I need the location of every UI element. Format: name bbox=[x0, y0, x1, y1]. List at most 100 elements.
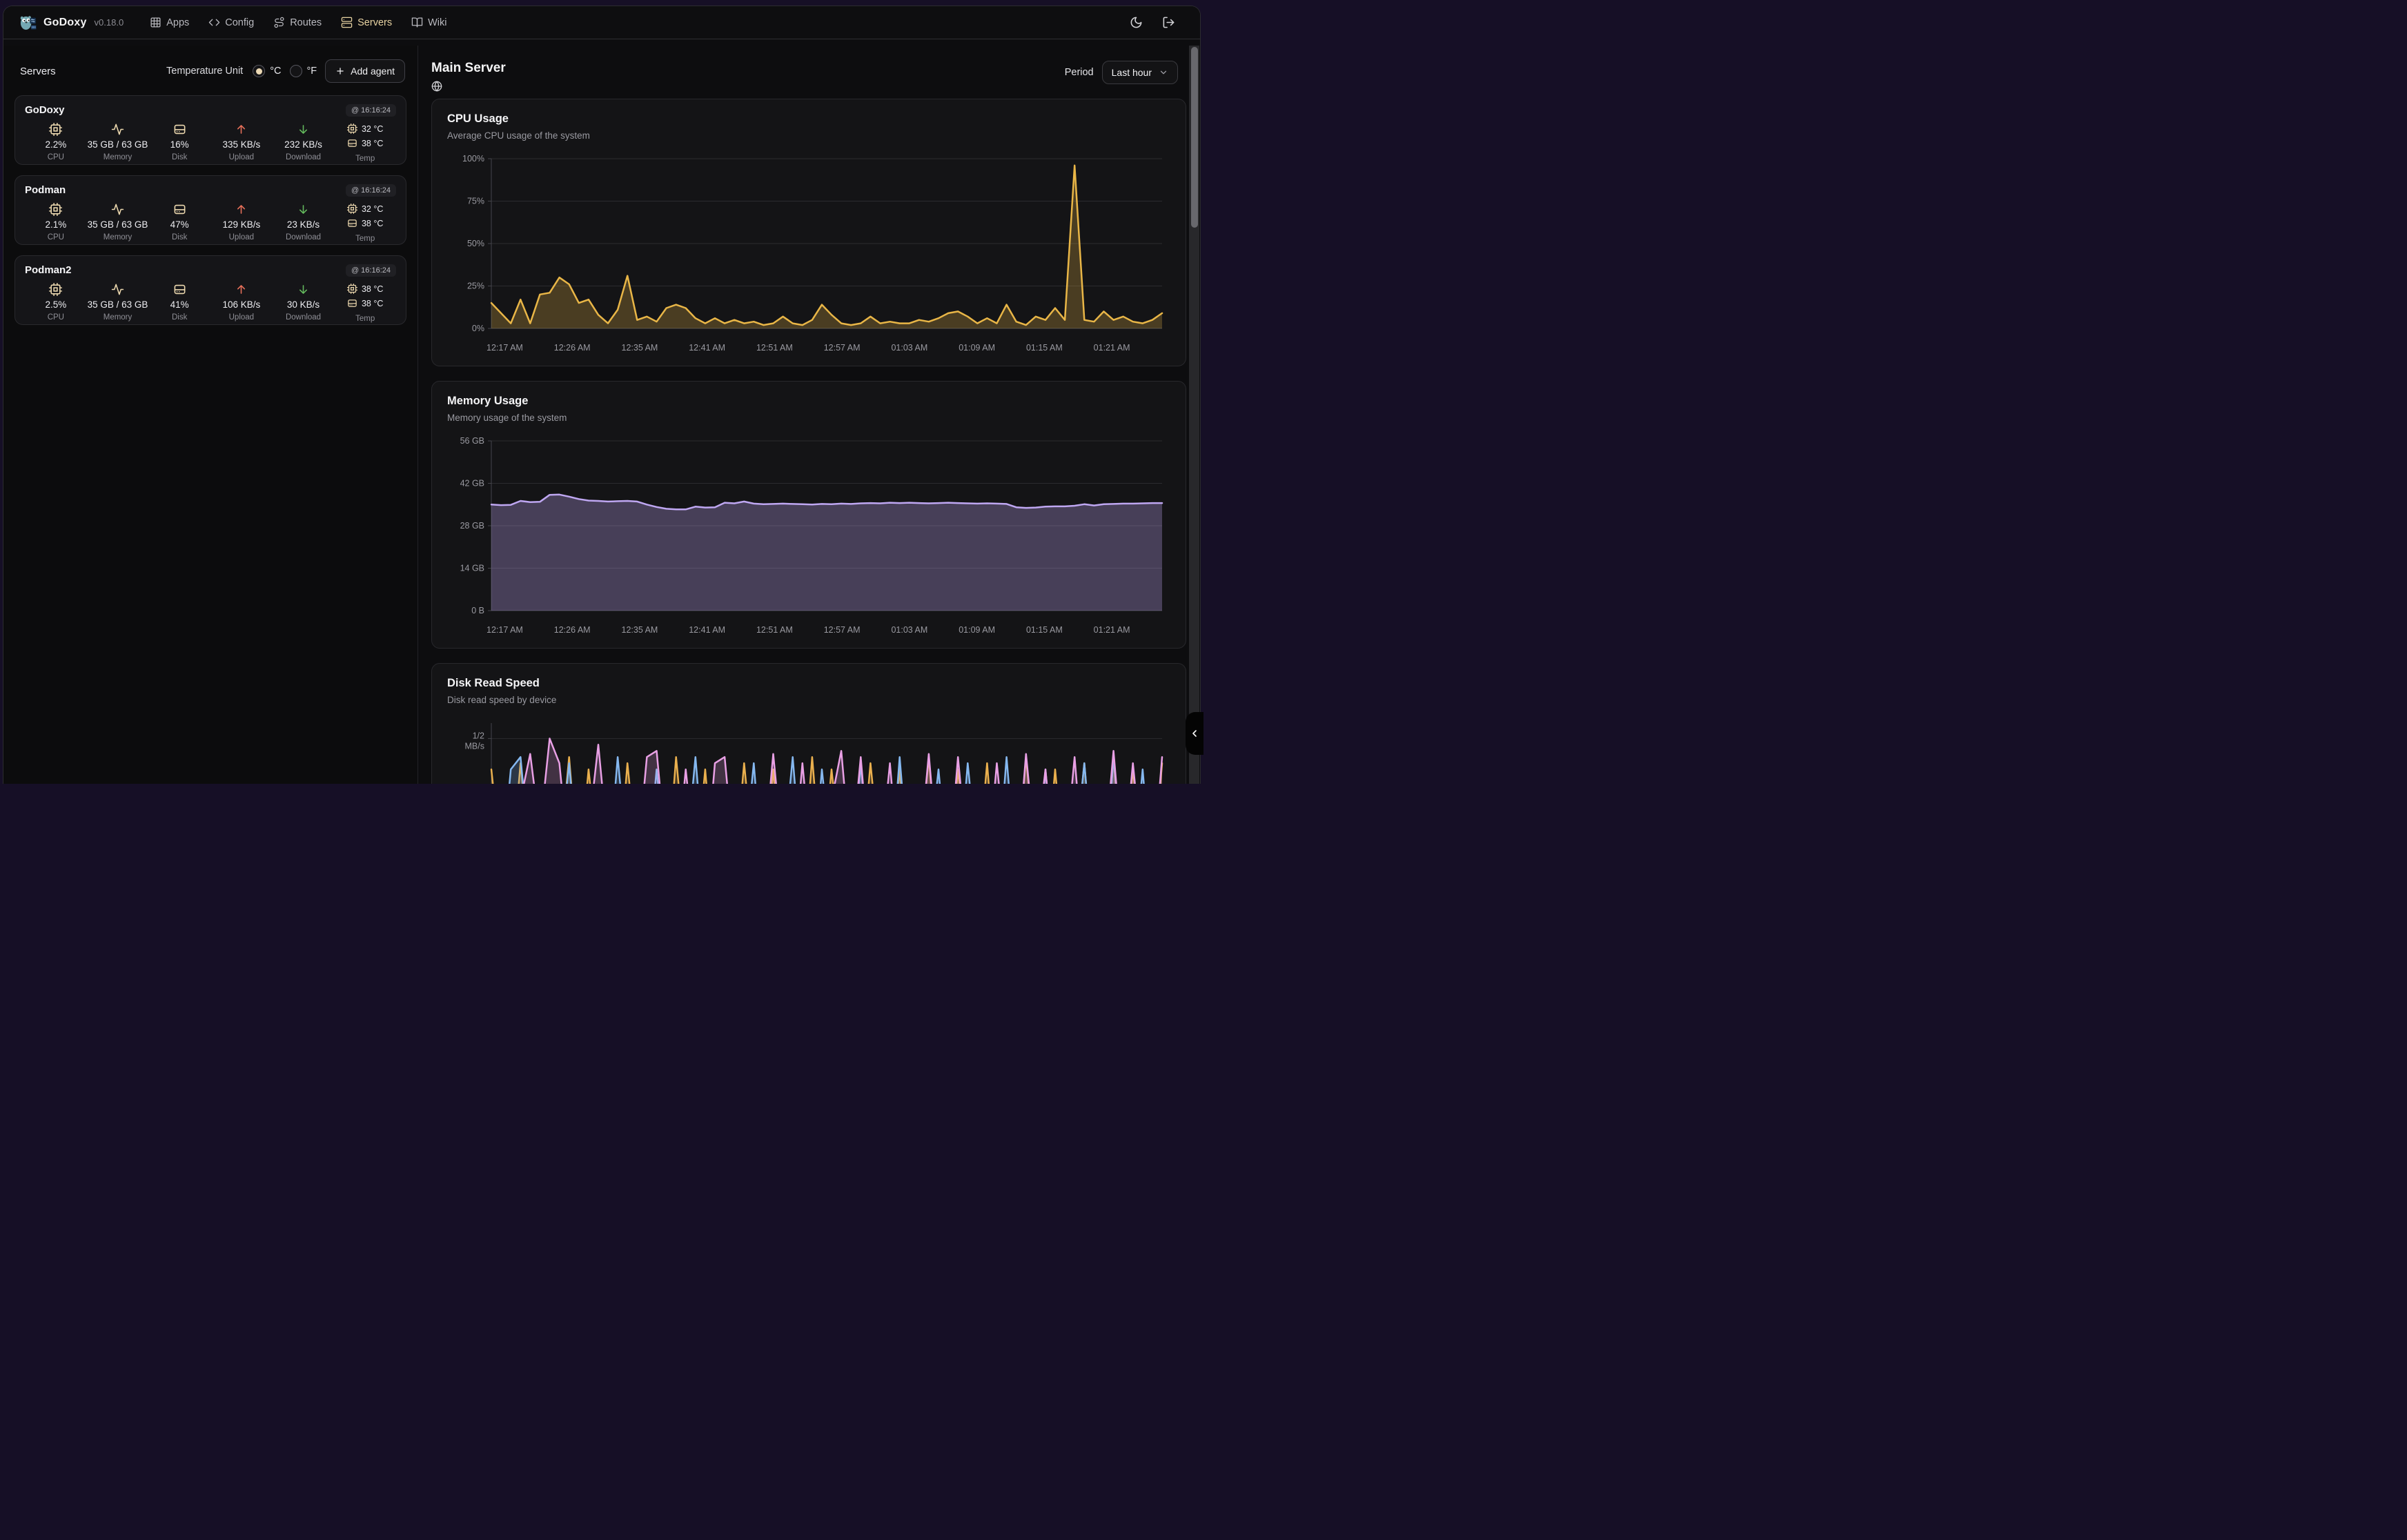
stat-label: Temp bbox=[355, 235, 375, 243]
period-select[interactable]: Last hour bbox=[1102, 61, 1178, 84]
nav-item-routes[interactable]: Routes bbox=[273, 17, 322, 28]
nav-item-label: Servers bbox=[357, 17, 392, 28]
svg-text:25%: 25% bbox=[467, 282, 484, 291]
server-name: Podman bbox=[25, 184, 66, 196]
svg-text:14 GB: 14 GB bbox=[460, 564, 484, 573]
svg-text:12:41 AM: 12:41 AM bbox=[689, 625, 725, 635]
godoxy-logo bbox=[19, 13, 37, 32]
stat-cpu: 2.2% CPU bbox=[25, 122, 87, 163]
cpu-temp-row: 38 °C bbox=[347, 282, 383, 295]
cpu-icon bbox=[49, 282, 62, 296]
stat-cpu: 2.5% CPU bbox=[25, 282, 87, 323]
temp-unit-radio-fahrenheit[interactable]: °F bbox=[290, 65, 317, 77]
server-name: Podman2 bbox=[25, 264, 72, 276]
nav-item-config[interactable]: Config bbox=[208, 17, 254, 28]
stat-memory: 35 GB / 63 GB Memory bbox=[87, 122, 149, 163]
svg-text:12:35 AM: 12:35 AM bbox=[622, 625, 658, 635]
nav-right bbox=[1130, 16, 1185, 29]
server-timestamp-badge: @ 16:16:24 bbox=[346, 264, 396, 277]
cpu-icon bbox=[49, 122, 62, 136]
stat-memory: 35 GB / 63 GB Memory bbox=[87, 202, 149, 243]
nav-item-label: Apps bbox=[166, 17, 189, 28]
stat-upload: 106 KB/s Upload bbox=[210, 282, 273, 323]
cpu-icon bbox=[347, 124, 357, 134]
scrollbar-thumb[interactable] bbox=[1191, 47, 1198, 228]
plus-icon bbox=[335, 66, 345, 76]
radio-circle bbox=[290, 65, 302, 77]
nav-item-label: Routes bbox=[290, 17, 322, 28]
server-card[interactable]: Podman2 @ 16:16:24 2.5% CPU 35 GB / 63 G… bbox=[14, 255, 406, 325]
chart-subtitle: Memory usage of the system bbox=[447, 413, 1170, 423]
stat-label: Download bbox=[286, 153, 321, 161]
activity-icon bbox=[111, 282, 124, 296]
stat-label: CPU bbox=[48, 153, 64, 161]
temperature-unit-label: Temperature Unit bbox=[166, 66, 243, 77]
svg-text:42 GB: 42 GB bbox=[460, 479, 484, 488]
brand-version: v0.18.0 bbox=[95, 17, 124, 28]
svg-text:01:15 AM: 01:15 AM bbox=[1026, 343, 1063, 353]
book-open-icon bbox=[411, 17, 423, 28]
scrollbar-track[interactable] bbox=[1189, 46, 1199, 784]
brand: GoDoxy v0.18.0 bbox=[19, 13, 124, 32]
svg-text:12:41 AM: 12:41 AM bbox=[689, 343, 725, 353]
arrow-up-icon bbox=[235, 122, 248, 136]
stat-cpu: 2.1% CPU bbox=[25, 202, 87, 243]
nav-item-servers[interactable]: Servers bbox=[341, 17, 392, 28]
arrow-down-icon bbox=[297, 202, 310, 216]
svg-text:0%: 0% bbox=[472, 324, 484, 333]
stat-memory: 35 GB / 63 GB Memory bbox=[87, 282, 149, 323]
svg-text:50%: 50% bbox=[467, 239, 484, 248]
arrow-up-icon bbox=[235, 202, 248, 216]
nav-item-label: Wiki bbox=[428, 17, 446, 28]
stat-temp: 32 °C 38 °C Temp bbox=[334, 202, 396, 243]
radio-circle bbox=[253, 65, 265, 77]
logout-icon[interactable] bbox=[1162, 16, 1175, 29]
temp-unit-radio-celsius[interactable]: °C bbox=[253, 65, 281, 77]
hard-drive-icon bbox=[347, 298, 357, 308]
chart-subtitle: Disk read speed by device bbox=[447, 695, 1170, 705]
drawer-toggle-tab[interactable] bbox=[1186, 712, 1204, 755]
stat-upload: 129 KB/s Upload bbox=[210, 202, 273, 243]
chart-plot-disk-read-speed: 1/2MB/s bbox=[447, 713, 1172, 784]
chevron-left-icon bbox=[1189, 728, 1200, 739]
server-card[interactable]: Podman @ 16:16:24 2.1% CPU 35 GB / 63 GB… bbox=[14, 175, 406, 245]
add-agent-button[interactable]: Add agent bbox=[325, 59, 405, 83]
svg-text:0 B: 0 B bbox=[471, 606, 484, 615]
stat-label: Download bbox=[286, 313, 321, 322]
stat-label: Temp bbox=[355, 315, 375, 323]
nav-item-apps[interactable]: Apps bbox=[150, 17, 189, 28]
svg-text:100%: 100% bbox=[462, 154, 484, 164]
svg-text:01:21 AM: 01:21 AM bbox=[1094, 625, 1130, 635]
chart-subtitle: Average CPU usage of the system bbox=[447, 130, 1170, 141]
server-icon bbox=[341, 17, 353, 28]
arrow-down-icon bbox=[297, 282, 310, 296]
stat-temp: 38 °C 38 °C Temp bbox=[334, 282, 396, 323]
stat-label: Memory bbox=[104, 153, 132, 161]
svg-text:12:57 AM: 12:57 AM bbox=[824, 625, 861, 635]
cpu-icon bbox=[49, 202, 62, 216]
server-card[interactable]: GoDoxy @ 16:16:24 2.2% CPU 35 GB / 63 GB… bbox=[14, 95, 406, 165]
stat-label: Memory bbox=[104, 313, 132, 322]
moon-icon[interactable] bbox=[1130, 16, 1143, 29]
page-title: Main Server bbox=[431, 61, 506, 76]
arrow-down-icon bbox=[297, 122, 310, 136]
svg-text:01:03 AM: 01:03 AM bbox=[891, 625, 927, 635]
stat-disk: 47% Disk bbox=[148, 202, 210, 243]
nav-item-wiki[interactable]: Wiki bbox=[411, 17, 446, 28]
stat-label: Temp bbox=[355, 155, 375, 163]
sidebar-title: Servers bbox=[20, 66, 56, 77]
svg-text:01:09 AM: 01:09 AM bbox=[959, 343, 995, 353]
svg-text:01:21 AM: 01:21 AM bbox=[1094, 343, 1130, 353]
brand-title: GoDoxy bbox=[43, 17, 87, 29]
stat-label: Disk bbox=[172, 313, 187, 322]
stat-label: Download bbox=[286, 233, 321, 241]
period-label: Period bbox=[1065, 67, 1094, 78]
svg-text:12:35 AM: 12:35 AM bbox=[622, 343, 658, 353]
servers-sidebar: Servers Temperature Unit °C°F Add agent … bbox=[3, 46, 418, 784]
hard-drive-icon bbox=[173, 282, 186, 296]
svg-text:12:51 AM: 12:51 AM bbox=[756, 625, 793, 635]
chart-title: CPU Usage bbox=[447, 112, 1170, 126]
navbar: GoDoxy v0.18.0 Apps Config Routes Servers Wi… bbox=[3, 6, 1200, 39]
main-panel: Main Server Period Last hour CPU Usage Av… bbox=[418, 46, 1200, 784]
nav-items: Apps Config Routes Servers Wiki bbox=[150, 17, 446, 28]
